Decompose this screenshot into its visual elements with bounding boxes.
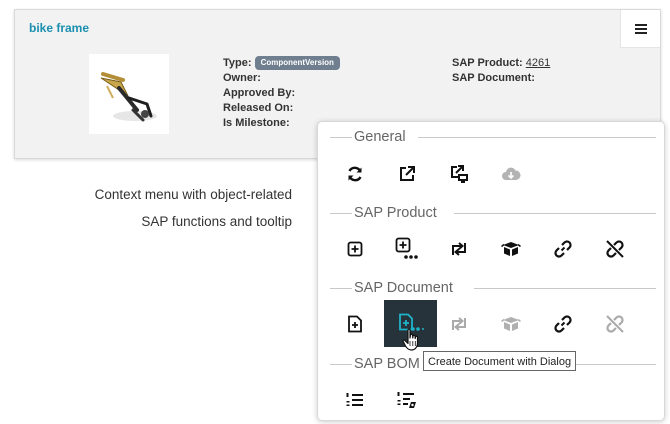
unlink-product-button[interactable]	[590, 229, 640, 269]
bom-list-button[interactable]	[330, 380, 380, 420]
create-product-button[interactable]	[330, 229, 380, 269]
sap-product-label: SAP Product:	[452, 57, 523, 69]
card-properties-left: Type: ComponentVersion Owner: Approved B…	[223, 56, 340, 131]
tooltip: Create Document with Dialog	[423, 351, 577, 371]
hamburger-menu-icon	[634, 23, 647, 34]
card-properties-right: SAP Product: 4261 SAP Document:	[452, 56, 550, 86]
type-badge: ComponentVersion	[254, 56, 340, 70]
section-general-title: General	[354, 129, 406, 145]
unlink-icon	[606, 315, 624, 333]
cloud-download-button[interactable]	[486, 154, 536, 194]
card-title[interactable]: bike frame	[29, 21, 89, 35]
link-icon	[554, 315, 572, 333]
open-external-icon	[400, 166, 415, 181]
transfer-icon	[452, 242, 466, 256]
section-general: General	[318, 129, 666, 145]
create-product-with-dialog-button[interactable]	[382, 229, 432, 269]
caption-line-1: Context menu with object-related	[94, 187, 292, 202]
link-document-button[interactable]	[538, 304, 588, 344]
unlink-icon	[606, 240, 624, 258]
create-document-icon	[348, 315, 362, 333]
bike-frame-thumbnail[interactable]	[89, 54, 169, 134]
product-package-button[interactable]	[486, 229, 536, 269]
open-external-button[interactable]	[382, 154, 432, 194]
open-in-desktop-button[interactable]	[434, 154, 484, 194]
transfer-document-button[interactable]	[434, 304, 484, 344]
owner-label: Owner:	[223, 72, 261, 84]
bom-edit-button[interactable]	[382, 380, 432, 420]
bom-edit-icon	[397, 392, 416, 408]
create-document-button[interactable]	[330, 304, 380, 344]
create-icon	[347, 241, 363, 257]
section-sap-document: SAP Document	[318, 280, 666, 296]
create-with-dialog-icon	[395, 237, 418, 259]
approved-by-label: Approved By:	[223, 87, 296, 99]
link-icon	[554, 240, 572, 258]
is-milestone-label: Is Milestone:	[223, 117, 290, 129]
bom-list-icon	[346, 393, 363, 406]
refresh-button[interactable]	[330, 154, 380, 194]
section-sap-document-title: SAP Document	[354, 280, 453, 296]
sap-product-link[interactable]: 4261	[526, 57, 550, 69]
package-icon	[501, 242, 521, 256]
section-sap-product-title: SAP Product	[354, 205, 437, 221]
unlink-document-button[interactable]	[590, 304, 640, 344]
refresh-icon	[348, 166, 362, 182]
hamburger-menu-button[interactable]	[620, 10, 660, 48]
cloud-download-icon	[502, 167, 521, 180]
sap-document-label: SAP Document:	[452, 72, 535, 84]
document-package-button[interactable]	[486, 304, 536, 344]
package-icon	[501, 317, 521, 331]
transfer-product-button[interactable]	[434, 229, 484, 269]
open-in-desktop-icon	[451, 165, 468, 183]
type-label: Type:	[223, 57, 252, 69]
context-menu: General SAP Product SAP Document SAP BOM	[317, 121, 665, 421]
transfer-icon	[452, 317, 466, 331]
released-on-label: Released On:	[223, 102, 294, 114]
figure-caption: Context menu with object-related SAP fun…	[20, 181, 292, 235]
link-product-button[interactable]	[538, 229, 588, 269]
section-sap-bom-title: SAP BOM	[354, 356, 420, 372]
caption-line-2: SAP functions and tooltip	[141, 214, 292, 229]
hand-cursor-icon	[402, 328, 424, 357]
section-sap-product: SAP Product	[318, 205, 666, 221]
